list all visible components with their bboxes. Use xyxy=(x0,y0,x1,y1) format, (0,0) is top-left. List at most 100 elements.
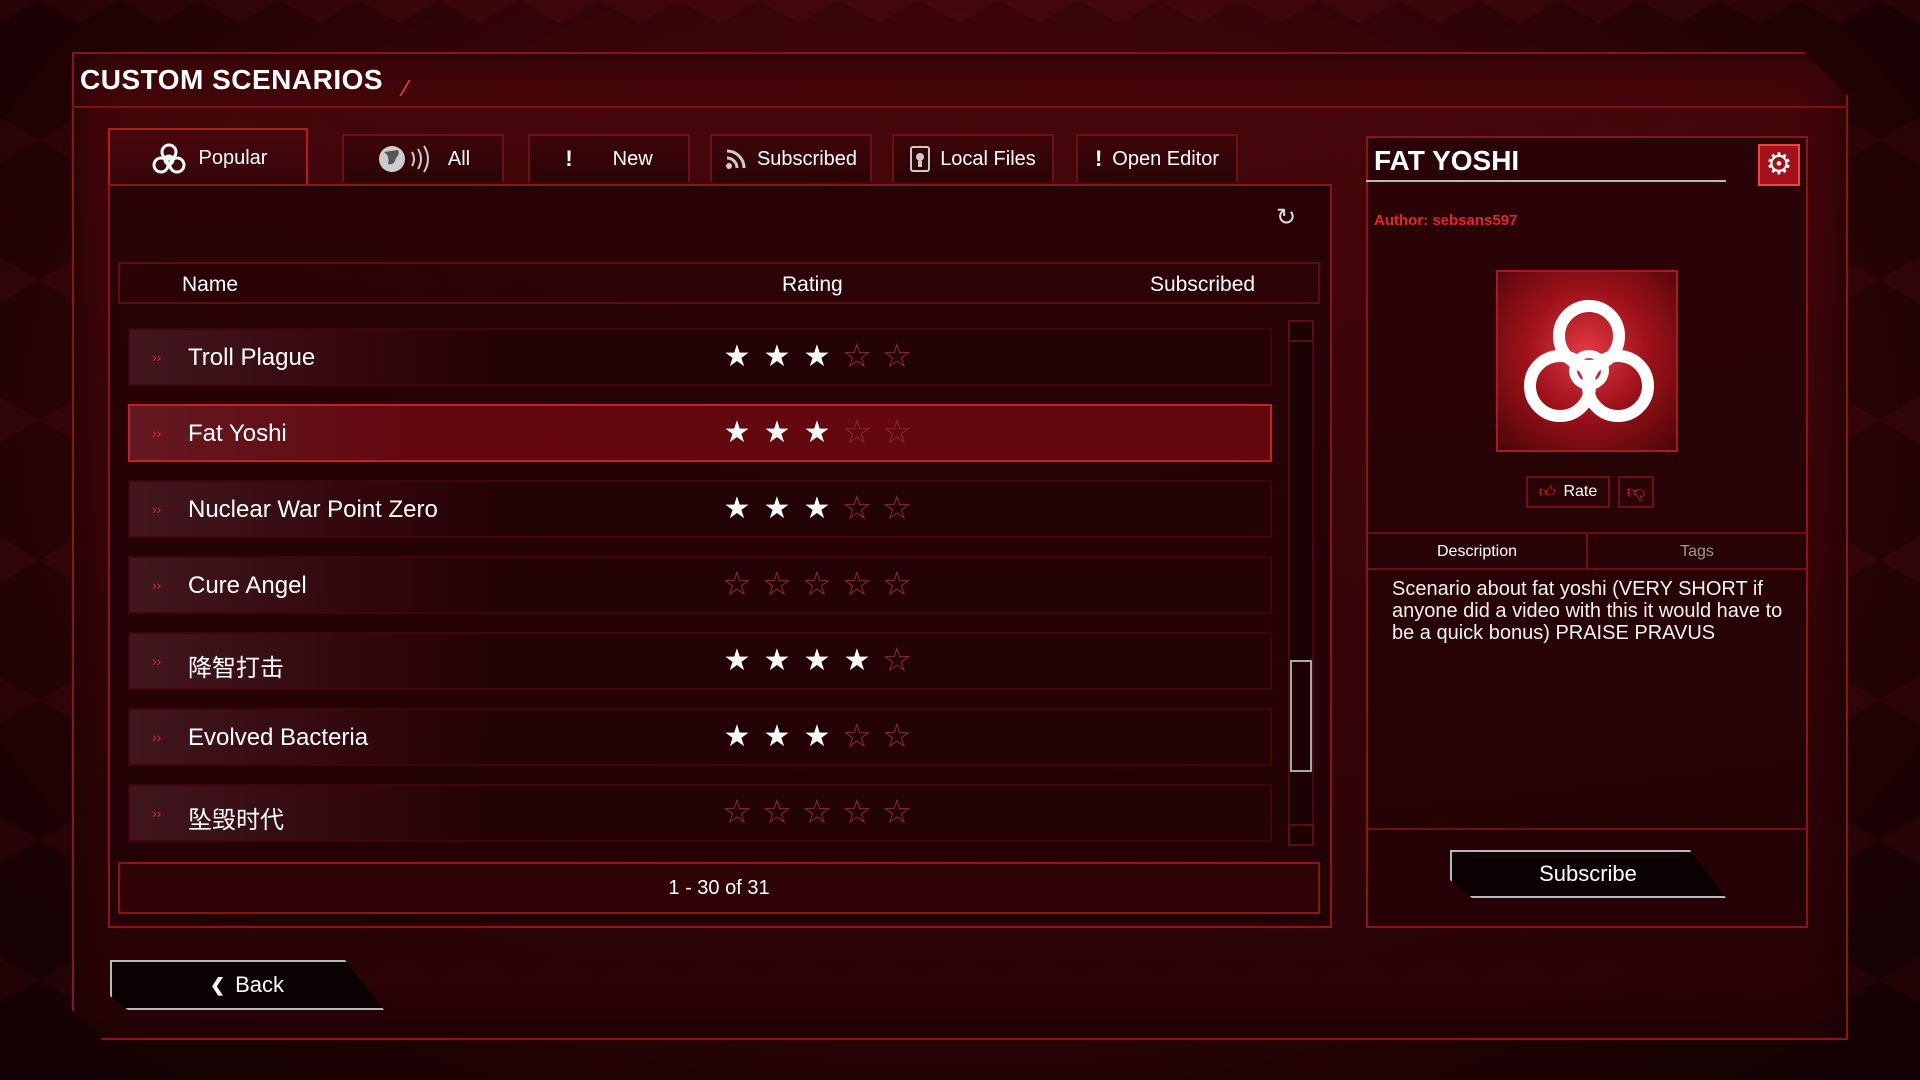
scenario-name: 坠毁时代 xyxy=(188,807,284,834)
tab-new[interactable]: ! New xyxy=(528,134,690,182)
globe-broadcast-icon xyxy=(376,142,438,176)
scenario-name: Fat Yoshi xyxy=(188,420,287,447)
scenario-name: Evolved Bacteria xyxy=(188,724,369,751)
scenario-name: 降智打击 xyxy=(188,655,284,682)
list-item[interactable]: ›› Cure Angel ★ ★ ★ ★ ★ xyxy=(128,556,1272,614)
back-button[interactable]: ❮ Back xyxy=(110,960,384,1010)
exclamation-icon: ! xyxy=(565,146,573,171)
tab-label: Local Files xyxy=(940,147,1036,170)
scenario-thumbnail xyxy=(1496,270,1678,452)
scenario-description: Scenario about fat yoshi (VERY SHORT if … xyxy=(1392,578,1783,644)
tab-popular[interactable]: Popular xyxy=(108,128,308,186)
star-empty-icon: ★ xyxy=(763,796,791,829)
chevron-left-icon: ❮ xyxy=(209,974,226,995)
author-label: Author: sebsans597 xyxy=(1374,212,1518,229)
rating-stars: ★ ★ ★ ★ ★ xyxy=(722,416,912,449)
pagination-label: 1 - 30 of 31 xyxy=(118,862,1320,914)
detail-tabs: Description Tags xyxy=(1368,532,1806,570)
rating-stars: ★ ★ ★ ★ ★ xyxy=(722,568,912,601)
row-marker-icon: ›› xyxy=(152,349,162,365)
list-item[interactable]: ›› Fat Yoshi ★ ★ ★ ★ ★ xyxy=(128,404,1272,462)
scenario-name: Nuclear War Point Zero xyxy=(188,496,438,523)
tab-label: Open Editor xyxy=(1112,147,1220,170)
star-filled-icon: ★ xyxy=(723,340,751,373)
star-empty-icon: ★ xyxy=(843,492,871,525)
star-empty-icon: ★ xyxy=(803,568,831,601)
list-header: Name Rating Subscribed xyxy=(118,262,1320,304)
biohazard-icon xyxy=(149,138,189,178)
tab-label: New xyxy=(612,147,653,170)
star-empty-icon: ★ xyxy=(883,644,911,677)
star-filled-icon: ★ xyxy=(843,644,871,677)
row-marker-icon: ›› xyxy=(152,653,162,669)
tab-subscribed[interactable]: Subscribed xyxy=(710,134,872,182)
rating-stars: ★ ★ ★ ★ ★ xyxy=(722,340,912,373)
scenario-name: Troll Plague xyxy=(188,344,316,371)
thumbs-down-icon[interactable]: 👎︎ xyxy=(1618,476,1654,508)
star-empty-icon: ★ xyxy=(843,796,871,829)
star-empty-icon: ★ xyxy=(723,568,751,601)
star-filled-icon: ★ xyxy=(803,416,831,449)
tab-tags[interactable]: Tags xyxy=(1588,534,1806,570)
star-empty-icon: ★ xyxy=(883,568,911,601)
star-empty-icon: ★ xyxy=(843,720,871,753)
star-filled-icon: ★ xyxy=(723,720,751,753)
scroll-down-button[interactable] xyxy=(1288,824,1314,846)
star-empty-icon: ★ xyxy=(883,340,911,373)
tab-label: Subscribed xyxy=(756,147,858,170)
star-filled-icon: ★ xyxy=(723,492,751,525)
star-filled-icon: ★ xyxy=(763,416,791,449)
gear-icon[interactable]: ⚙ xyxy=(1758,144,1800,186)
scenario-name: Cure Angel xyxy=(188,572,307,599)
star-filled-icon: ★ xyxy=(763,340,791,373)
star-empty-icon: ★ xyxy=(883,416,911,449)
star-filled-icon: ★ xyxy=(763,492,791,525)
star-empty-icon: ★ xyxy=(843,340,871,373)
back-label: Back xyxy=(235,972,284,997)
list-item[interactable]: ›› 降智打击 ★ ★ ★ ★ ★ xyxy=(128,632,1272,690)
list-item[interactable]: ›› 坠毁时代 ★ ★ ★ ★ ★ xyxy=(128,784,1272,842)
star-empty-icon: ★ xyxy=(803,796,831,829)
biohazard-icon xyxy=(1524,300,1654,422)
tab-open-editor[interactable]: ! Open Editor xyxy=(1076,134,1238,182)
star-filled-icon: ★ xyxy=(763,720,791,753)
row-marker-icon: ›› xyxy=(152,577,162,593)
detail-title: FAT YOSHI xyxy=(1374,145,1520,176)
tab-label: Popular xyxy=(198,146,268,169)
scroll-up-button[interactable] xyxy=(1288,320,1314,342)
list-item[interactable]: ›› Troll Plague ★ ★ ★ ★ ★ xyxy=(128,328,1272,386)
star-empty-icon: ★ xyxy=(883,492,911,525)
star-empty-icon: ★ xyxy=(843,568,871,601)
exclamation-icon: ! xyxy=(1094,146,1103,171)
tab-local-files[interactable]: Local Files xyxy=(892,134,1054,182)
subscribe-button[interactable]: Subscribe xyxy=(1450,850,1726,898)
star-empty-icon: ★ xyxy=(883,720,911,753)
tab-all[interactable]: All xyxy=(342,134,504,182)
column-header-name[interactable]: Name xyxy=(182,273,238,297)
page-title: CUSTOM SCENARIOS xyxy=(80,64,384,95)
column-header-subscribed[interactable]: Subscribed xyxy=(1150,273,1255,297)
column-header-rating[interactable]: Rating xyxy=(782,273,843,297)
star-filled-icon: ★ xyxy=(723,644,751,677)
local-file-icon xyxy=(910,146,931,172)
star-filled-icon: ★ xyxy=(803,492,831,525)
star-filled-icon: ★ xyxy=(803,644,831,677)
rate-button[interactable]: 👍︎ Rate xyxy=(1526,476,1610,508)
list-item[interactable]: ›› Evolved Bacteria ★ ★ ★ ★ ★ xyxy=(128,708,1272,766)
tab-description[interactable]: Description xyxy=(1368,534,1588,570)
star-empty-icon: ★ xyxy=(843,416,871,449)
rating-stars: ★ ★ ★ ★ ★ xyxy=(722,720,912,753)
star-filled-icon: ★ xyxy=(763,644,791,677)
star-empty-icon: ★ xyxy=(763,568,791,601)
star-empty-icon: ★ xyxy=(883,796,911,829)
list-item[interactable]: ›› Nuclear War Point Zero ★ ★ ★ ★ ★ xyxy=(128,480,1272,538)
tab-label: All xyxy=(447,147,471,170)
rating-stars: ★ ★ ★ ★ ★ xyxy=(722,644,912,677)
rate-label: Rate xyxy=(1563,483,1598,500)
scrollbar-thumb[interactable] xyxy=(1290,660,1312,772)
star-empty-icon: ★ xyxy=(723,796,751,829)
rating-stars: ★ ★ ★ ★ ★ xyxy=(722,796,912,829)
refresh-icon[interactable]: ↻ xyxy=(1272,204,1300,232)
star-filled-icon: ★ xyxy=(803,720,831,753)
divider xyxy=(1368,828,1806,830)
